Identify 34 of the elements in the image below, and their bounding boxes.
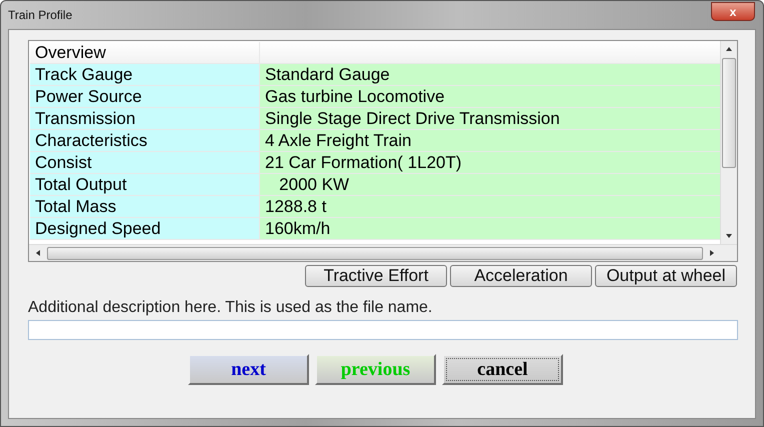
property-value: 2000 KW [260, 174, 720, 195]
dialog-button[interactable]: cancel [442, 354, 563, 385]
property-label: Consist [30, 152, 260, 173]
property-label: Transmission [30, 108, 260, 129]
window-title: Train Profile [8, 8, 72, 22]
description-label: Additional description here. This is used as the file name. [28, 299, 434, 317]
property-value: 1288.8 t [260, 196, 720, 217]
down-arrow-icon[interactable] [725, 233, 733, 239]
property-label: Track Gauge [30, 64, 260, 85]
property-value: 160km/h [260, 218, 720, 239]
property-label: Power Source [30, 86, 260, 107]
chart-button[interactable]: Acceleration [450, 265, 592, 287]
property-value: 4 Axle Freight Train [260, 130, 720, 151]
right-arrow-icon[interactable] [709, 249, 715, 257]
property-value: Standard Gauge [260, 64, 720, 85]
property-label: Designed Speed [30, 218, 260, 239]
property-label: Total Output [30, 174, 260, 195]
chart-button[interactable]: Tractive Effort [305, 265, 447, 287]
vertical-scrollbar[interactable] [720, 41, 737, 244]
dialog-button[interactable]: next [188, 354, 309, 385]
property-value: Gas turbine Locomotive [260, 86, 720, 107]
property-label: Characteristics [30, 130, 260, 151]
property-value: Single Stage Direct Drive Transmission [260, 108, 720, 129]
description-field[interactable] [28, 320, 738, 340]
scroll-thumb[interactable] [722, 58, 736, 168]
up-arrow-icon[interactable] [725, 46, 733, 52]
header-cell: Overview [30, 42, 260, 63]
property-value: 21 Car Formation( 1L20T) [260, 152, 720, 173]
property-label: Total Mass [30, 196, 260, 217]
scroll-thumb[interactable] [47, 246, 703, 260]
close-button[interactable]: x [711, 2, 755, 21]
chart-button[interactable]: Output at wheel [595, 265, 737, 287]
left-arrow-icon[interactable] [35, 249, 41, 257]
horizontal-scrollbar[interactable] [29, 244, 737, 261]
